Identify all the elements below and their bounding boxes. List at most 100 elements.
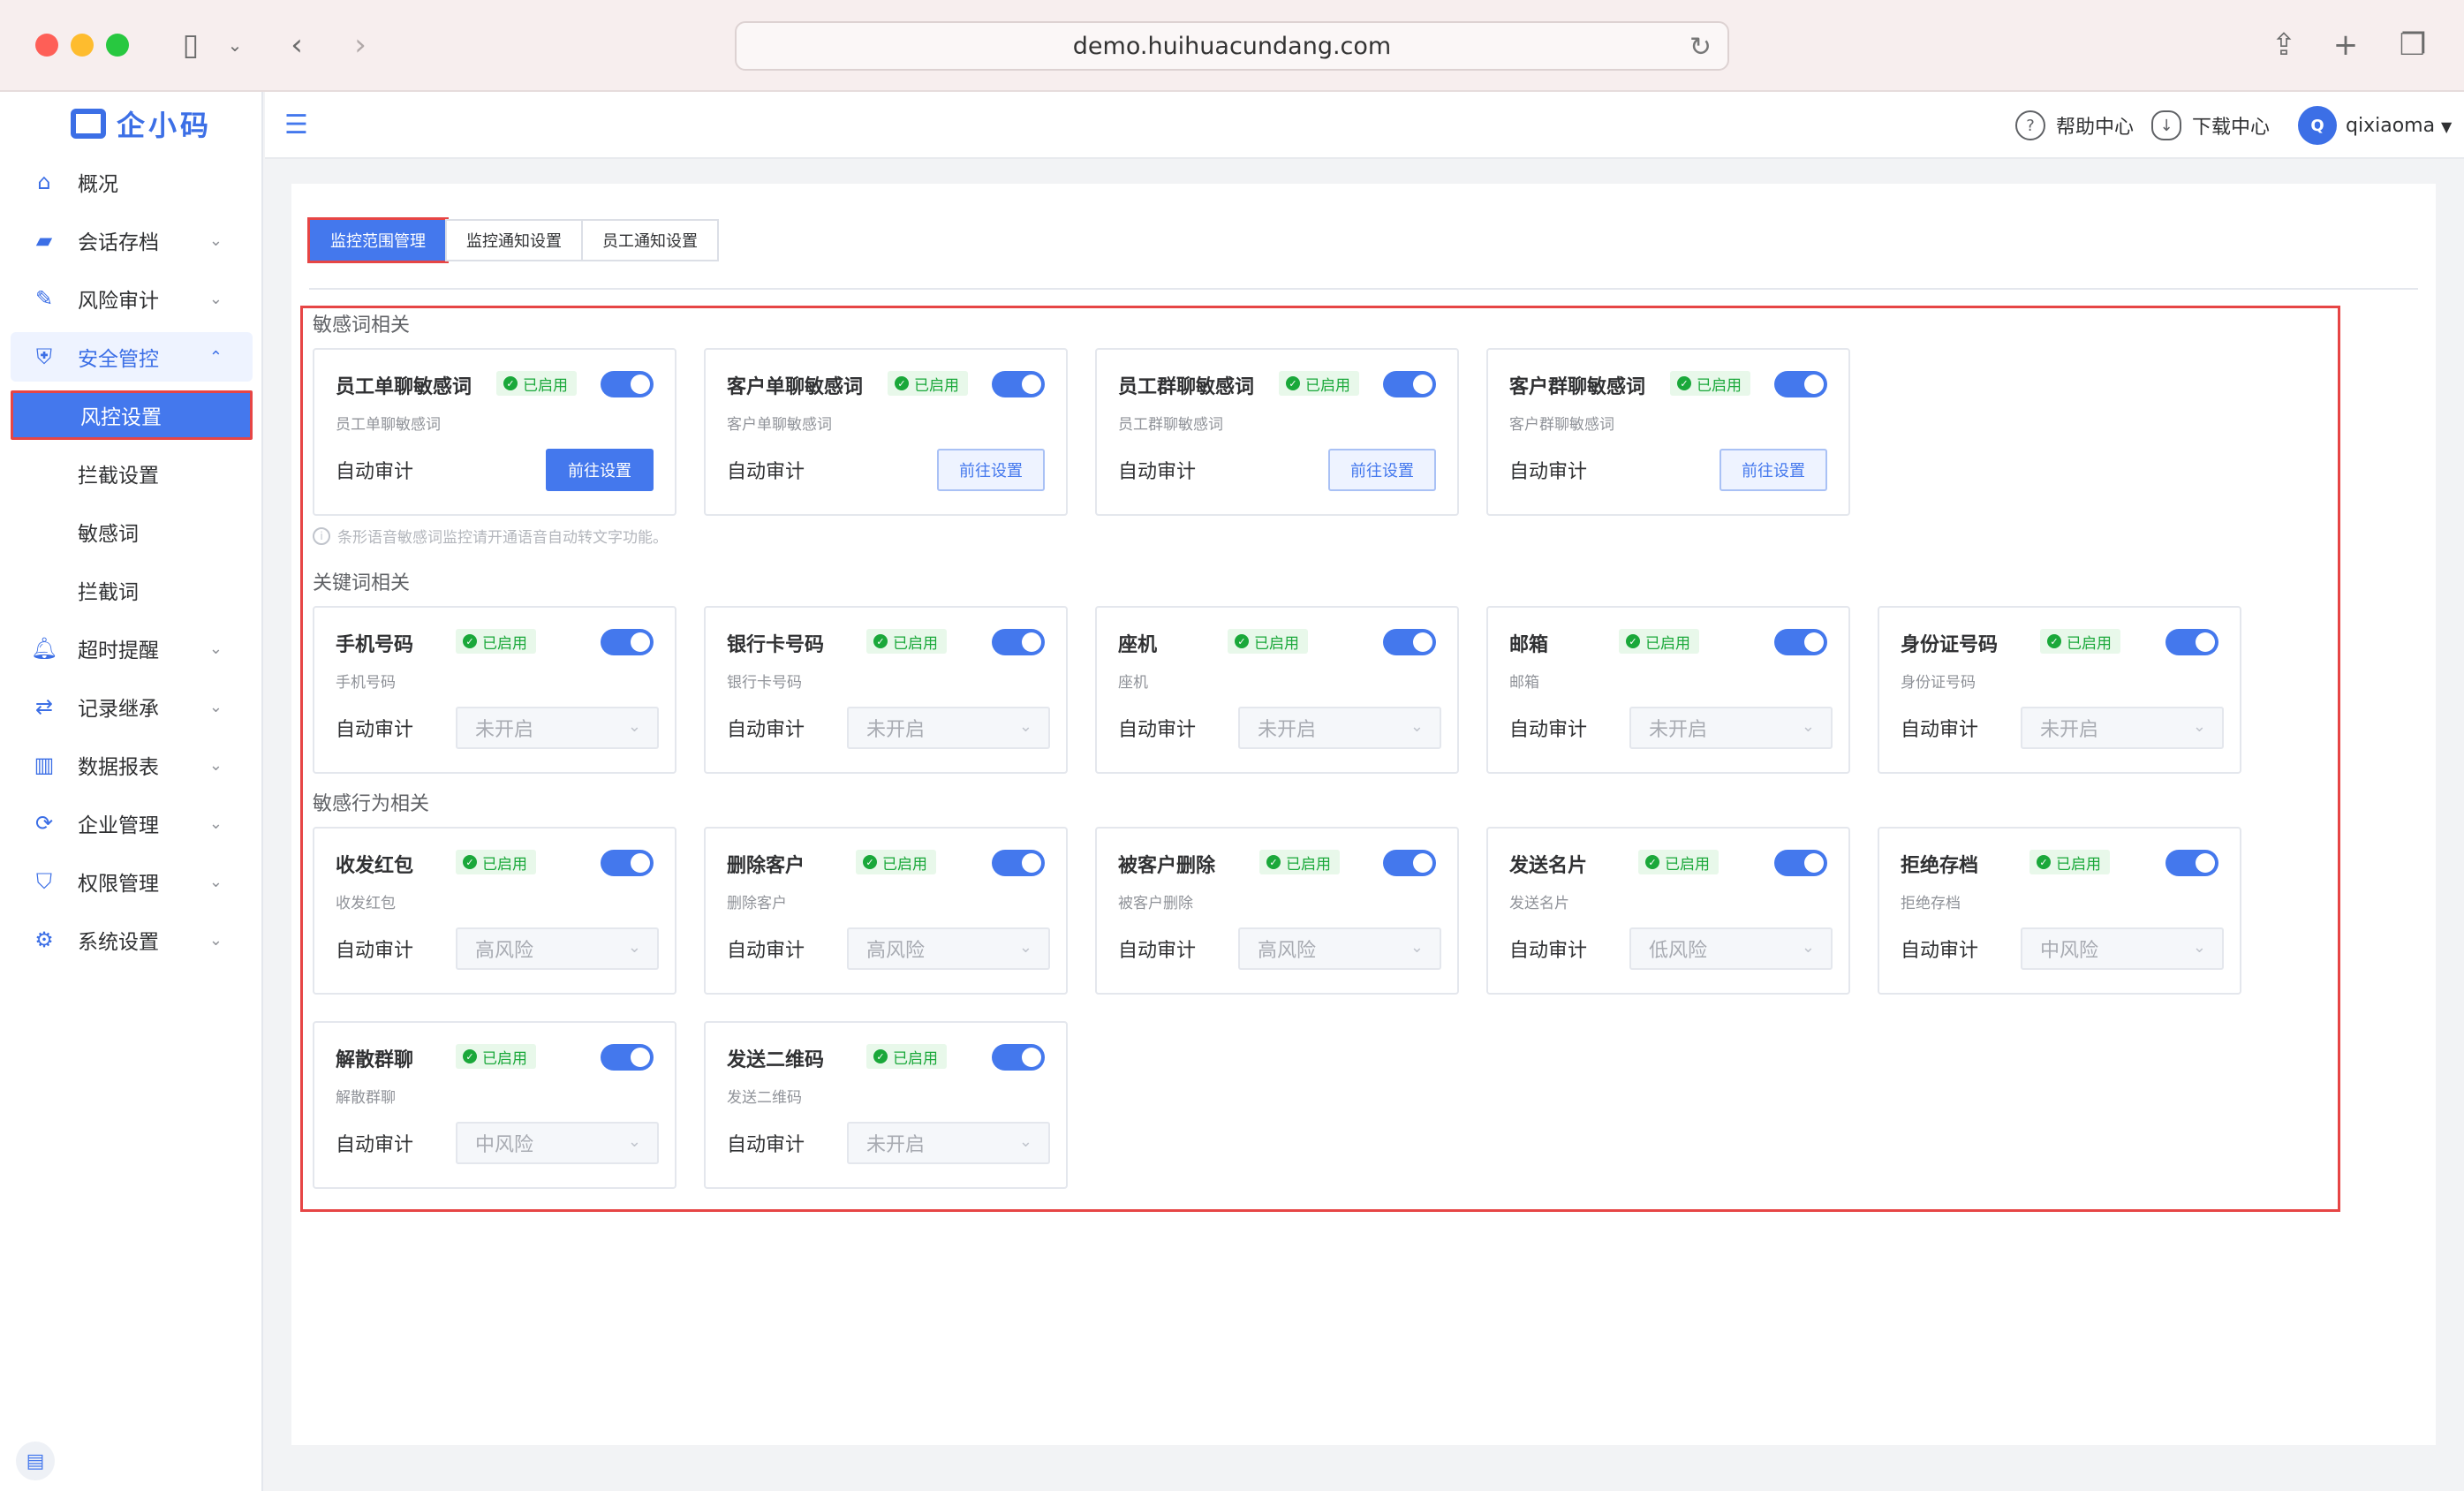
chevron-down-icon: ⌄ (627, 938, 641, 957)
chevron-down-icon[interactable]: ⌄ (224, 26, 246, 64)
enable-toggle[interactable] (601, 850, 654, 876)
enable-toggle[interactable] (992, 850, 1045, 876)
tab-monitor-notification[interactable]: 监控通知设置 (445, 219, 583, 261)
sidebar-subitem-block-words[interactable]: 拦截词 (11, 565, 253, 615)
chevron-down-icon: ⌄ (208, 697, 223, 716)
download-center-link[interactable]: ↓ 下载中心 (2151, 108, 2270, 143)
sidebar-toggle-icon[interactable]: ▯ (171, 26, 210, 64)
address-bar[interactable]: demo.huihuacundang.com ↻ (735, 21, 1729, 71)
goto-settings-button[interactable]: 前往设置 (1328, 449, 1436, 491)
enable-toggle[interactable] (1383, 629, 1436, 655)
sidebar-subitem-sensitive-words[interactable]: 敏感词 (11, 507, 253, 556)
chevron-down-icon: ⌄ (627, 717, 641, 736)
risk-level-select[interactable]: 中风险 ⌄ (2021, 927, 2224, 970)
card-employee-private-sensitive: 员工单聊敏感词 ✓ 已启用 员工单聊敏感词 自动审计 前往设置 (313, 348, 676, 516)
enable-toggle[interactable] (992, 1044, 1045, 1071)
home-icon: ⌂ (37, 170, 51, 194)
card-title: 被客户删除 (1118, 855, 1216, 877)
enable-toggle[interactable] (1774, 371, 1827, 397)
sidebar-subitem-block-settings[interactable]: 拦截设置 (11, 449, 253, 498)
sidebar-subitem-risk-settings[interactable]: 风控设置 (11, 390, 253, 440)
tab-employee-notification[interactable]: 员工通知设置 (581, 219, 719, 261)
enable-toggle[interactable] (1774, 850, 1827, 876)
chevron-down-icon: ⌄ (208, 289, 223, 308)
auto-audit-label: 自动审计 (1118, 940, 1197, 962)
chevron-down-icon: ⌄ (208, 872, 223, 891)
enable-toggle[interactable] (992, 629, 1045, 655)
sidebar-item-permissions[interactable]: ⛉ 权限管理 ⌄ (11, 857, 253, 906)
sidebar-item-timeout-reminder[interactable]: 🔔︎ 超时提醒 ⌄ (11, 624, 253, 673)
back-icon[interactable]: ‹ (281, 26, 313, 64)
card-id-number: 身份证号码 ✓ 已启用 身份证号码 自动审计 未开启 ⌄ (1878, 606, 2241, 774)
risk-level-select[interactable]: 未开启 ⌄ (1629, 707, 1833, 749)
risk-level-select[interactable]: 未开启 ⌄ (456, 707, 659, 749)
sidebar-item-label: 会话存档 (78, 231, 159, 254)
reload-icon[interactable]: ↻ (1689, 32, 1712, 63)
menu-collapse-icon[interactable]: ☰ (284, 110, 308, 140)
goto-settings-button[interactable]: 前往设置 (937, 449, 1045, 491)
check-icon: ✓ (463, 634, 477, 648)
sidebar-item-security-control[interactable]: ⛨ 安全管控 ⌃ (11, 332, 253, 382)
username[interactable]: qixiaoma (2346, 108, 2435, 143)
status-badge: ✓ 已启用 (1670, 371, 1750, 396)
risk-level-select[interactable]: 低风险 ⌄ (1629, 927, 1833, 970)
chevron-down-icon: ⌄ (2192, 717, 2206, 736)
forward-icon[interactable]: › (344, 26, 376, 64)
risk-level-select[interactable]: 高风险 ⌄ (1238, 927, 1441, 970)
logo: 企小码 (71, 104, 212, 143)
enable-toggle[interactable] (1383, 850, 1436, 876)
sidebar-item-chat-archive[interactable]: ▰ 会话存档 ⌄ (11, 216, 253, 265)
goto-settings-button[interactable]: 前往设置 (1720, 449, 1827, 491)
sidebar-item-risk-audit[interactable]: ✎ 风险审计 ⌄ (11, 274, 253, 323)
card-description: 拒绝存档 (1901, 895, 1961, 912)
tabs-overview-icon[interactable]: ❐ (2395, 26, 2430, 64)
risk-level-select[interactable]: 未开启 ⌄ (2021, 707, 2224, 749)
status-badge: ✓ 已启用 (2040, 629, 2120, 654)
minimize-window-button[interactable] (71, 34, 94, 57)
enable-toggle[interactable] (601, 1044, 654, 1071)
sidebar-item-system-settings[interactable]: ⚙ 系统设置 ⌄ (11, 915, 253, 965)
risk-level-select[interactable]: 高风险 ⌄ (847, 927, 1050, 970)
risk-level-select[interactable]: 中风险 ⌄ (456, 1122, 659, 1164)
voice-hint: i 条形语音敏感词监控请开通语音自动转文字功能。 (313, 525, 668, 547)
sidebar-item-overview[interactable]: ⌂ 概况 (11, 157, 253, 207)
auto-audit-label: 自动审计 (1509, 461, 1588, 483)
enable-toggle[interactable] (2165, 850, 2218, 876)
new-tab-icon[interactable]: + (2328, 26, 2363, 64)
enable-toggle[interactable] (1774, 629, 1827, 655)
card-description: 客户单聊敏感词 (727, 416, 832, 434)
help-center-link[interactable]: ? 帮助中心 (2015, 108, 2134, 143)
chevron-up-icon: ⌃ (208, 347, 223, 367)
browser-toolbar: ▯ ⌄ ‹ › demo.huihuacundang.com ↻ ⇪ + ❐ (0, 0, 2464, 92)
enable-toggle[interactable] (601, 629, 654, 655)
sidebar-item-enterprise[interactable]: ⟳ 企业管理 ⌄ (11, 798, 253, 848)
sidebar-item-data-report[interactable]: ▥ 数据报表 ⌄ (11, 740, 253, 790)
check-icon: ✓ (873, 634, 888, 648)
risk-level-select[interactable]: 高风险 ⌄ (456, 927, 659, 970)
card-send-business-card: 发送名片 ✓ 已启用 发送名片 自动审计 低风险 ⌄ (1486, 827, 1850, 995)
sidebar-item-label: 企业管理 (78, 814, 159, 837)
sidebar-item-record-inherit[interactable]: ⇄ 记录继承 ⌄ (11, 682, 253, 731)
enable-toggle[interactable] (992, 371, 1045, 397)
enable-toggle[interactable] (1383, 371, 1436, 397)
share-icon[interactable]: ⇪ (2266, 26, 2301, 64)
card-description: 解散群聊 (336, 1089, 396, 1107)
maximize-window-button[interactable] (106, 34, 129, 57)
goto-settings-button[interactable]: 前往设置 (546, 449, 654, 491)
caret-down-icon[interactable]: ▼ (2441, 118, 2452, 135)
risk-level-select[interactable]: 未开启 ⌄ (847, 1122, 1050, 1164)
check-icon: ✓ (873, 1049, 888, 1063)
avatar[interactable]: Q (2298, 106, 2337, 145)
hint-text: 条形语音敏感词监控请开通语音自动转文字功能。 (337, 529, 668, 547)
close-window-button[interactable] (35, 34, 58, 57)
card-title: 收发红包 (336, 855, 414, 877)
risk-level-select[interactable]: 未开启 ⌄ (1238, 707, 1441, 749)
card-title: 员工单聊敏感词 (336, 376, 472, 398)
check-icon: ✓ (1235, 634, 1249, 648)
document-icon[interactable]: ▤ (16, 1442, 55, 1480)
enable-toggle[interactable] (2165, 629, 2218, 655)
tab-monitor-scope[interactable]: 监控范围管理 (307, 217, 449, 263)
risk-level-select[interactable]: 未开启 ⌄ (847, 707, 1050, 749)
enable-toggle[interactable] (601, 371, 654, 397)
chevron-down-icon: ⌄ (1410, 717, 1424, 736)
